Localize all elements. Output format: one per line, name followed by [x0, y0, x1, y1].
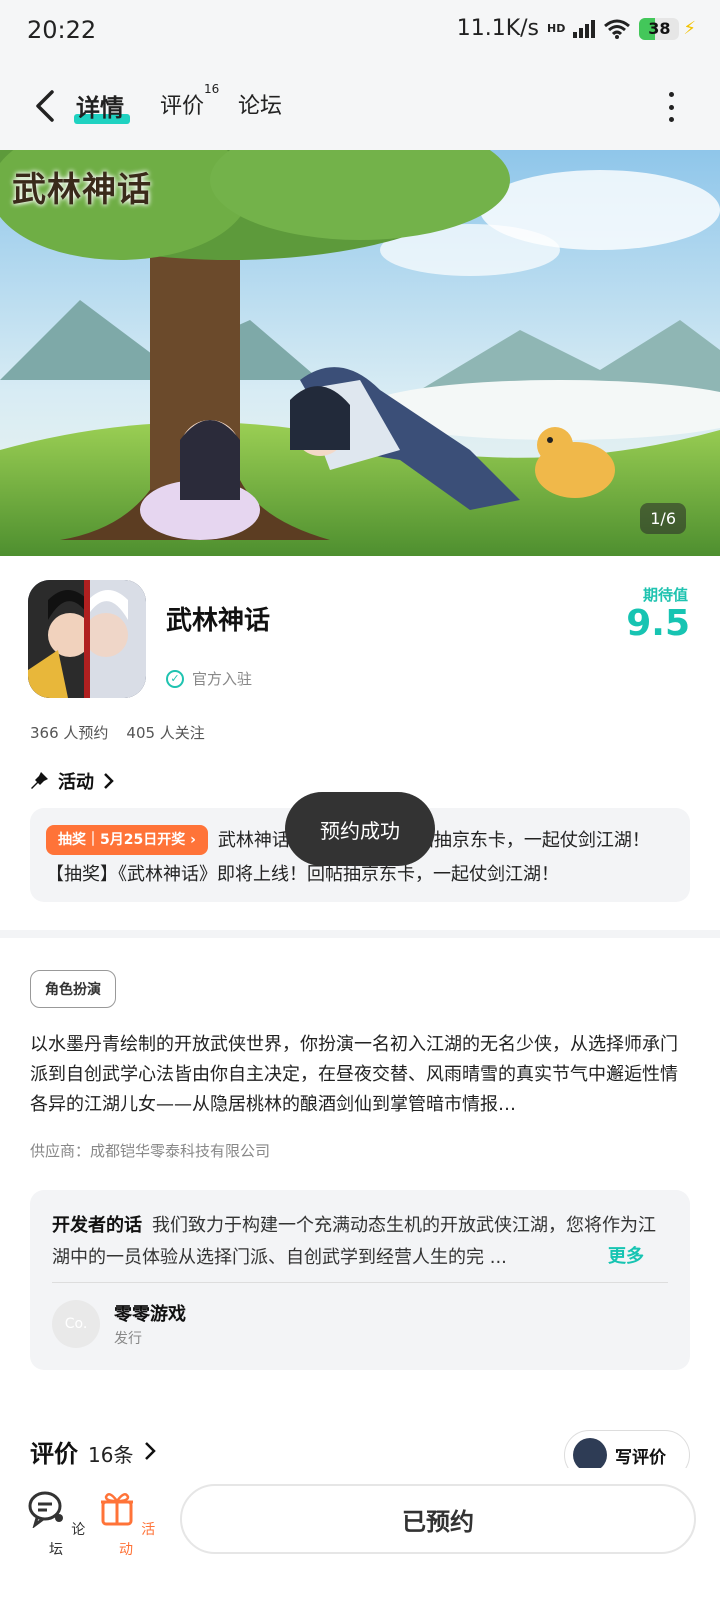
- network-speed: 11.1K/s: [456, 16, 540, 41]
- wifi-icon: [604, 19, 631, 39]
- chevron-right-icon: [104, 773, 114, 789]
- follower-count: 405 人关注: [126, 724, 205, 742]
- more-menu-icon[interactable]: [666, 92, 676, 122]
- user-avatar: [573, 1438, 607, 1472]
- expect-score: 9.5: [626, 603, 690, 644]
- tab-reviews[interactable]: 评价: [160, 88, 204, 120]
- section-divider: [0, 930, 720, 938]
- expect-label: 期待值: [642, 586, 688, 604]
- activity-section-header[interactable]: 活动: [30, 768, 116, 794]
- pin-icon: [31, 772, 48, 789]
- app-stats: 366 人预约 405 人关注: [30, 722, 205, 743]
- supplier-info: 供应商：成都铠华零泰科技有限公司: [30, 1142, 271, 1160]
- reviews-title: 评价: [30, 1440, 78, 1468]
- reserved-button[interactable]: 已预约: [180, 1484, 696, 1554]
- banner-carousel[interactable]: 武林神话 1/6: [0, 150, 720, 556]
- developer-text: 我们致力于构建一个充满动态生机的开放武侠江湖，您将作为江湖中的一员体验从选择门派…: [52, 1215, 656, 1268]
- status-icons: 11.1K/s HD 38 ⚡: [457, 16, 696, 41]
- hd-badge: HD: [547, 21, 566, 35]
- forum-button[interactable]: 论坛: [26, 1488, 86, 1559]
- verified-check-icon: ✓: [166, 669, 184, 688]
- chevron-right-icon: [145, 1442, 157, 1460]
- developer-divider: [52, 1282, 668, 1283]
- reservation-success-toast: 预约成功: [285, 792, 435, 866]
- reservation-count: 366 人预约: [30, 724, 109, 742]
- developer-message: 开发者的话 我们致力于构建一个充满动态生机的开放武侠江湖，您将作为江湖中的一员体验…: [52, 1210, 672, 1274]
- signal-icon: [573, 19, 596, 38]
- reviews-count-badge: 16: [204, 82, 220, 96]
- developer-avatar[interactable]: Co.: [52, 1300, 100, 1348]
- game-description[interactable]: 以水墨丹青绘制的开放武侠世界，你扮演一名初入江湖的无名少侠，从选择师承门派到自创…: [30, 1030, 694, 1120]
- activity-button[interactable]: 活动: [96, 1488, 156, 1559]
- genre-tag[interactable]: 角色扮演: [30, 970, 116, 1008]
- developer-name[interactable]: 零零游戏: [114, 1300, 186, 1326]
- battery-icon: 38 ⚡: [639, 17, 696, 40]
- app-name: 武林神话: [166, 606, 271, 636]
- tab-forum[interactable]: 论坛: [238, 88, 282, 120]
- charging-icon: ⚡: [683, 18, 696, 39]
- write-review-label: 写评价: [615, 1447, 666, 1468]
- battery-level: 38: [648, 18, 671, 38]
- official-label: 官方入驻: [192, 670, 253, 688]
- developer-heading: 开发者的话: [52, 1215, 142, 1236]
- reviews-header[interactable]: 评价 16条: [30, 1434, 157, 1469]
- status-time: 20:22: [27, 16, 97, 44]
- reviews-count: 16条: [88, 1443, 134, 1467]
- forum-icon: [28, 1491, 63, 1529]
- gift-icon: [100, 1493, 133, 1526]
- activity-heading: 活动: [58, 772, 94, 793]
- official-badge: ✓ 官方入驻: [166, 668, 252, 689]
- tab-details[interactable]: 详情: [76, 88, 124, 123]
- more-link[interactable]: 更多: [608, 1242, 644, 1268]
- status-bar: 20:22 11.1K/s HD 38 ⚡: [0, 0, 720, 64]
- bottom-action-bar: 论坛 活动 已预约: [0, 1468, 720, 1600]
- banner-page-counter: 1/6: [640, 503, 686, 534]
- lottery-tag[interactable]: 抽奖｜5月25日开奖 ›: [46, 825, 208, 855]
- back-icon[interactable]: [28, 86, 68, 126]
- developer-card[interactable]: 开发者的话 我们致力于构建一个充满动态生机的开放武侠江湖，您将作为江湖中的一员体验…: [30, 1190, 690, 1370]
- app-icon: [28, 580, 146, 698]
- game-logo-text: 武林神话: [12, 170, 152, 210]
- developer-role: 发行: [114, 1331, 142, 1347]
- top-nav: 详情 评价 16 论坛: [0, 64, 720, 150]
